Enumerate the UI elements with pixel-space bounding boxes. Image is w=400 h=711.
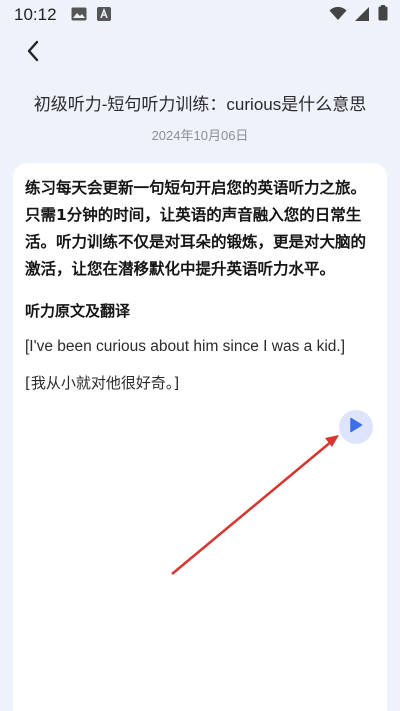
play-audio-button[interactable]: [339, 410, 373, 444]
back-button[interactable]: [18, 38, 48, 68]
signal-icon: [355, 6, 370, 25]
screen: 10:12 初级听力-短句听力训练：curious是什么意思 2024年10月0…: [0, 0, 400, 711]
wifi-icon: [329, 6, 347, 25]
status-icons-right: [329, 5, 388, 25]
image-icon: [71, 6, 87, 25]
section-heading: 听力原文及翻译: [25, 302, 131, 320]
play-icon: [349, 417, 363, 437]
status-time: 10:12: [14, 5, 57, 24]
status-bar: 10:12: [0, 0, 400, 30]
battery-icon: [378, 5, 388, 25]
page-title: 初级听力-短句听力训练：curious是什么意思: [33, 95, 367, 114]
status-icons-left: [71, 6, 111, 25]
font-a-icon: [96, 6, 111, 25]
chevron-left-icon: [26, 40, 40, 66]
chinese-translation: [我从小就对他很好奇。]: [25, 374, 180, 392]
publish-date: 2024年10月06日: [151, 128, 249, 143]
content-card: 练习每天会更新一句短句开启您的英语听力之旅。只需1分钟的时间，让英语的声音融入您…: [13, 163, 387, 711]
intro-paragraph: 练习每天会更新一句短句开启您的英语听力之旅。只需1分钟的时间，让英语的声音融入您…: [25, 179, 367, 278]
english-sentence: [I've been curious about him since I was…: [25, 338, 346, 355]
